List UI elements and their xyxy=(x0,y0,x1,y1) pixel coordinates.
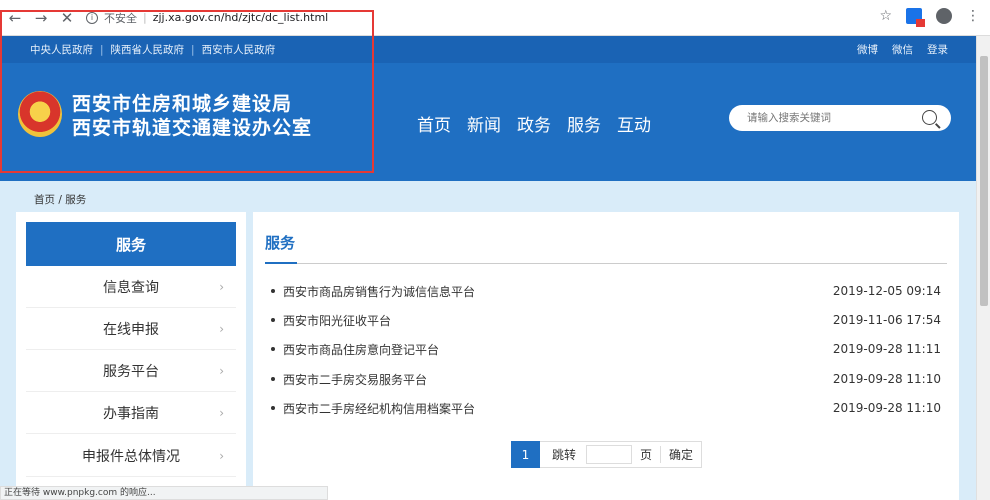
link-shaanxi-gov[interactable]: 陕西省人民政府 xyxy=(111,42,185,57)
chevron-right-icon: › xyxy=(219,321,224,336)
nav-government[interactable]: 政务 xyxy=(517,111,551,136)
list-item-date: 2019-09-28 11:10 xyxy=(832,372,941,386)
address-bar[interactable]: i 不安全 | zjj.xa.gov.cn/hd/zjtc/dc_list.ht… xyxy=(86,10,328,26)
browser-toolbar: ← → ✕ i 不安全 | zjj.xa.gov.cn/hd/zjtc/dc_l… xyxy=(0,0,990,36)
pagination: 1 跳转 页 确定 xyxy=(511,441,703,468)
sidebar: 服务 信息查询 › 在线申报 › 服务平台 › 办事指南 › 申报件总体情况 › xyxy=(16,212,246,500)
page-scrollbar[interactable] xyxy=(976,36,990,500)
sidebar-item-label: 申报件总体情况 xyxy=(82,448,180,465)
list-item: 西安市阳光征收平台 2019-11-06 17:54 xyxy=(271,310,941,330)
forward-arrow-icon[interactable]: → xyxy=(30,7,52,29)
list-item: 西安市商品住房意向登记平台 2019-09-28 11:11 xyxy=(271,339,941,359)
weibo-link[interactable]: 微博 xyxy=(857,42,878,57)
nav-service[interactable]: 服务 xyxy=(567,111,601,136)
divider xyxy=(265,262,947,264)
list-item-title[interactable]: 西安市阳光征收平台 xyxy=(283,312,391,329)
org-title[interactable]: 西安市住房和城乡建设局 西安市轨道交通建设办公室 xyxy=(72,92,312,140)
page-number-button[interactable]: 1 xyxy=(511,441,540,468)
wechat-link[interactable]: 微信 xyxy=(892,42,913,57)
link-xian-gov[interactable]: 西安市人民政府 xyxy=(202,42,276,57)
bullet-icon xyxy=(271,347,275,351)
bullet-icon xyxy=(271,406,275,410)
search-input[interactable] xyxy=(747,112,907,124)
browser-status-bar: 正在等待 www.pnpkg.com 的响应... xyxy=(0,486,328,500)
list-item-title[interactable]: 西安市二手房经纪机构信用档案平台 xyxy=(283,400,475,417)
confirm-button[interactable]: 确定 xyxy=(661,446,701,463)
link-central-gov[interactable]: 中央人民政府 xyxy=(30,42,93,57)
list-item-title[interactable]: 西安市商品房销售行为诚信信息平台 xyxy=(283,283,475,300)
page-jump-input[interactable] xyxy=(586,445,633,464)
list-item-title[interactable]: 西安市商品住房意向登记平台 xyxy=(283,341,439,358)
breadcrumb[interactable]: 首页 / 服务 xyxy=(34,192,86,207)
url-separator: | xyxy=(143,11,147,24)
nav-news[interactable]: 新闻 xyxy=(467,111,501,136)
bullet-icon xyxy=(271,377,275,381)
list-item: 西安市商品房销售行为诚信信息平台 2019-12-05 09:14 xyxy=(271,281,941,301)
bookmark-star-icon[interactable]: ☆ xyxy=(879,8,892,24)
search-box xyxy=(729,105,951,131)
sidebar-item-label: 在线申报 xyxy=(103,321,159,338)
list-item-date: 2019-09-28 11:11 xyxy=(832,342,941,356)
nav-home[interactable]: 首页 xyxy=(417,111,451,136)
list-item-title[interactable]: 西安市二手房交易服务平台 xyxy=(283,371,427,388)
sidebar-item-service-platform[interactable]: 服务平台 › xyxy=(26,350,236,392)
sidebar-item-label: 办事指南 xyxy=(103,405,159,422)
stop-loading-icon[interactable]: ✕ xyxy=(56,7,78,29)
sidebar-item-label: 信息查询 xyxy=(103,279,159,296)
account-icon[interactable] xyxy=(936,8,952,24)
site-header: 中央人民政府 | 陕西省人民政府 | 西安市人民政府 微博 微信 登录 西安市住… xyxy=(0,36,976,181)
url-text[interactable]: zjj.xa.gov.cn/hd/zjtc/dc_list.html xyxy=(153,11,329,24)
info-icon[interactable]: i xyxy=(86,11,98,24)
list-item: 西安市二手房交易服务平台 2019-09-28 11:10 xyxy=(271,369,941,389)
sidebar-item-online-apply[interactable]: 在线申报 › xyxy=(26,308,236,350)
sidebar-item-overview[interactable]: 申报件总体情况 › xyxy=(26,435,236,477)
bullet-icon xyxy=(271,289,275,293)
org-name-line2: 西安市轨道交通建设办公室 xyxy=(72,117,313,139)
page-unit-label: 页 xyxy=(632,446,662,463)
sidebar-item-guide[interactable]: 办事指南 › xyxy=(26,392,236,434)
org-name-line1: 西安市住房和城乡建设局 xyxy=(72,93,293,115)
list-item: 西安市二手房经纪机构信用档案平台 2019-09-28 11:10 xyxy=(271,398,941,418)
social-links: 微博 微信 登录 xyxy=(857,42,948,57)
extension-icon[interactable] xyxy=(906,8,925,27)
list-item-date: 2019-12-05 09:14 xyxy=(832,284,941,298)
browser-actions: ☆ ⋮ xyxy=(879,8,980,27)
nav-interact[interactable]: 互动 xyxy=(617,111,651,136)
content-panel: 服务 西安市商品房销售行为诚信信息平台 2019-12-05 09:14 西安市… xyxy=(253,212,959,500)
gov-links-bar: 中央人民政府 | 陕西省人民政府 | 西安市人民政府 xyxy=(0,36,976,63)
sidebar-title: 服务 xyxy=(26,222,236,266)
list-item-date: 2019-11-06 17:54 xyxy=(832,313,941,327)
sidebar-item-label: 服务平台 xyxy=(103,363,159,380)
divider: | xyxy=(191,43,195,56)
panel-title: 服务 xyxy=(265,234,296,252)
scroll-thumb[interactable] xyxy=(980,56,988,306)
login-link[interactable]: 登录 xyxy=(927,42,948,57)
divider: | xyxy=(100,43,104,56)
back-arrow-icon[interactable]: ← xyxy=(4,7,26,29)
search-icon[interactable] xyxy=(922,110,937,125)
more-menu-icon[interactable]: ⋮ xyxy=(966,8,980,24)
chevron-right-icon: › xyxy=(219,279,224,294)
sidebar-item-info-query[interactable]: 信息查询 › xyxy=(26,266,236,308)
insecure-label: 不安全 xyxy=(104,11,137,25)
chevron-right-icon: › xyxy=(219,363,224,378)
chevron-right-icon: › xyxy=(219,405,224,420)
bullet-icon xyxy=(271,318,275,322)
page-jump: 跳转 页 确定 xyxy=(540,441,703,468)
list-item-date: 2019-09-28 11:10 xyxy=(832,401,941,415)
main-nav: 首页 新闻 政务 服务 互动 xyxy=(417,111,651,136)
jump-label: 跳转 xyxy=(552,448,577,462)
national-emblem-icon xyxy=(18,91,62,137)
chevron-right-icon: › xyxy=(219,448,224,463)
